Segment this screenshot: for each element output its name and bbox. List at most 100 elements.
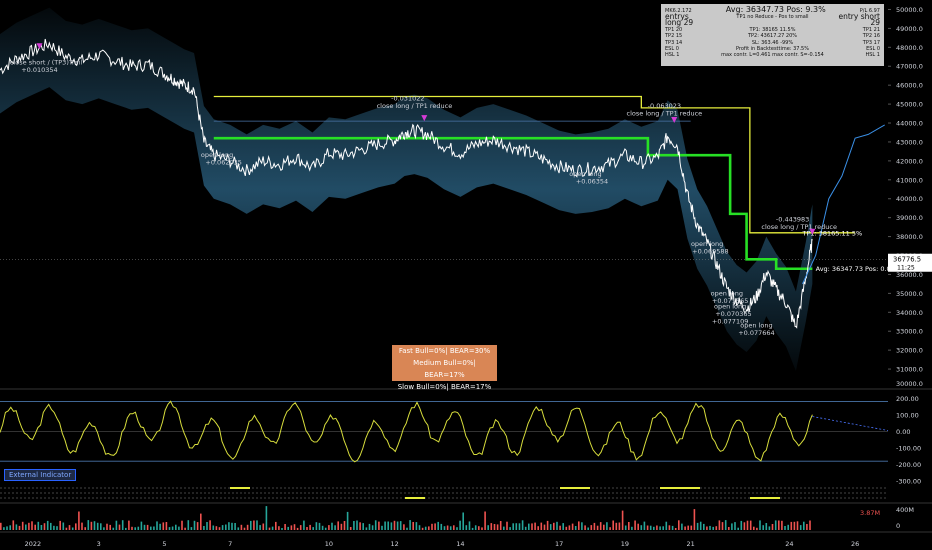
volume-bar (268, 527, 271, 530)
volume-bar (771, 524, 774, 530)
volume-bar (528, 523, 530, 530)
volume-bar (25, 524, 27, 530)
volume-bar (318, 522, 321, 530)
x-tick-label: 24 (785, 540, 793, 548)
info-row: HSL 1 max contr. L=0.461 max contr. S=-0.… (661, 52, 884, 58)
x-tick-label: 5 (162, 540, 166, 548)
price-tick-label: 48000.0 (896, 44, 923, 52)
volume-bar (631, 526, 633, 530)
volume-bar (231, 522, 233, 530)
osc-projection (812, 416, 889, 431)
volume-bar (521, 520, 524, 530)
strategy-info-panel: MK6.2.172 Avg: 36347.73 Pos: 9.3% P/L 6.… (661, 4, 884, 66)
volume-bar (250, 520, 252, 530)
volume-bar (93, 521, 96, 530)
volume-bar (371, 525, 374, 530)
volume-bar (140, 521, 143, 530)
volume-bar (559, 525, 561, 530)
volume-bar (446, 525, 449, 530)
volume-bar (421, 527, 424, 530)
trade-label: +0.06354 (576, 178, 608, 186)
x-tick-label: 7 (228, 540, 232, 548)
volume-bar (634, 520, 636, 530)
volume-bar (181, 520, 183, 530)
volume-bar (424, 526, 427, 530)
volume-bar (203, 526, 205, 530)
volume-bar (612, 520, 614, 530)
volume-bar (534, 522, 536, 530)
volume-bar (87, 520, 90, 530)
sentiment-fast: Fast Bull=0%| BEAR=30% (398, 347, 491, 355)
external-indicator-label[interactable]: External Indicator (4, 469, 77, 481)
volume-bar (721, 522, 724, 530)
volume-bar (343, 521, 346, 530)
volume-bar (118, 524, 121, 530)
volume-bar (678, 520, 680, 530)
info-cell-l: entrys long 29 (665, 12, 694, 28)
volume-bar (28, 522, 30, 530)
volume-bar (728, 527, 730, 530)
x-tick-label: 21 (687, 540, 695, 548)
price-tick-label: 34000.0 (896, 309, 923, 317)
volume-bar (337, 521, 339, 530)
volume-bar (543, 524, 546, 530)
volume-bar (509, 527, 511, 530)
volume-bar (749, 520, 752, 530)
volume-bar (571, 523, 574, 530)
volume-bar (65, 527, 68, 530)
volume-bar (178, 526, 180, 530)
volume-bar (803, 521, 805, 530)
volume-bar (590, 525, 593, 530)
volume-bar (459, 520, 461, 530)
volume-bar (562, 523, 564, 530)
volume-bar (496, 524, 499, 530)
volume-bar (96, 522, 99, 530)
volume-bar (762, 525, 764, 530)
chart-canvas[interactable]: 31000.0 32000.0 33000.0 34000.0 35000.0 36000… (0, 0, 932, 550)
volume-bar (12, 520, 15, 530)
volume-bar (646, 525, 649, 530)
volume-bar (109, 524, 111, 530)
volume-bar (353, 521, 355, 530)
volume-bar (778, 520, 780, 530)
sentiment-box: Fast Bull=0%| BEAR=30% Medium Bull=0%| B… (392, 345, 497, 391)
volume-bar (581, 522, 583, 530)
volume-bar (71, 527, 74, 530)
volume-bar (587, 527, 589, 530)
volume-bar (396, 521, 399, 530)
price-tick-label: 31000.0 (896, 366, 923, 374)
volume-bar (415, 522, 418, 530)
volume-bar (696, 522, 699, 530)
volume-bar (787, 524, 789, 530)
volume-bar (340, 523, 343, 530)
volume-bar (668, 525, 671, 530)
volume-bar (115, 520, 118, 530)
price-tick-label: 49000.0 (896, 25, 923, 33)
volume-bar (31, 521, 33, 530)
volume-bar (6, 526, 8, 530)
volume-bar (621, 510, 624, 530)
volume-bar (284, 524, 286, 530)
volume-bar (153, 526, 155, 530)
volume-bar (18, 525, 21, 530)
x-tick-label: 26 (851, 540, 859, 548)
volume-bar (799, 525, 802, 530)
volume-bar (624, 525, 627, 530)
volume-bar (556, 521, 558, 530)
price-tick-label: 36000.0 (896, 271, 923, 279)
volume-bar (546, 520, 549, 530)
volume-bar (781, 520, 783, 530)
volume-bar (437, 521, 439, 530)
volume-bar (293, 524, 296, 530)
volume-bar (134, 527, 136, 530)
volume-bar (599, 522, 602, 530)
volume-bar (221, 525, 224, 530)
info-cell-c: max contr. L=0.461 max contr. S=-0.154 (721, 52, 824, 59)
volume-bar (603, 524, 605, 530)
volume-bar (62, 522, 65, 530)
volume-bar (256, 520, 258, 530)
volume-bar (712, 526, 714, 530)
volume-bar (671, 525, 674, 530)
volume-bar (362, 523, 364, 530)
volume-bar (487, 525, 489, 530)
